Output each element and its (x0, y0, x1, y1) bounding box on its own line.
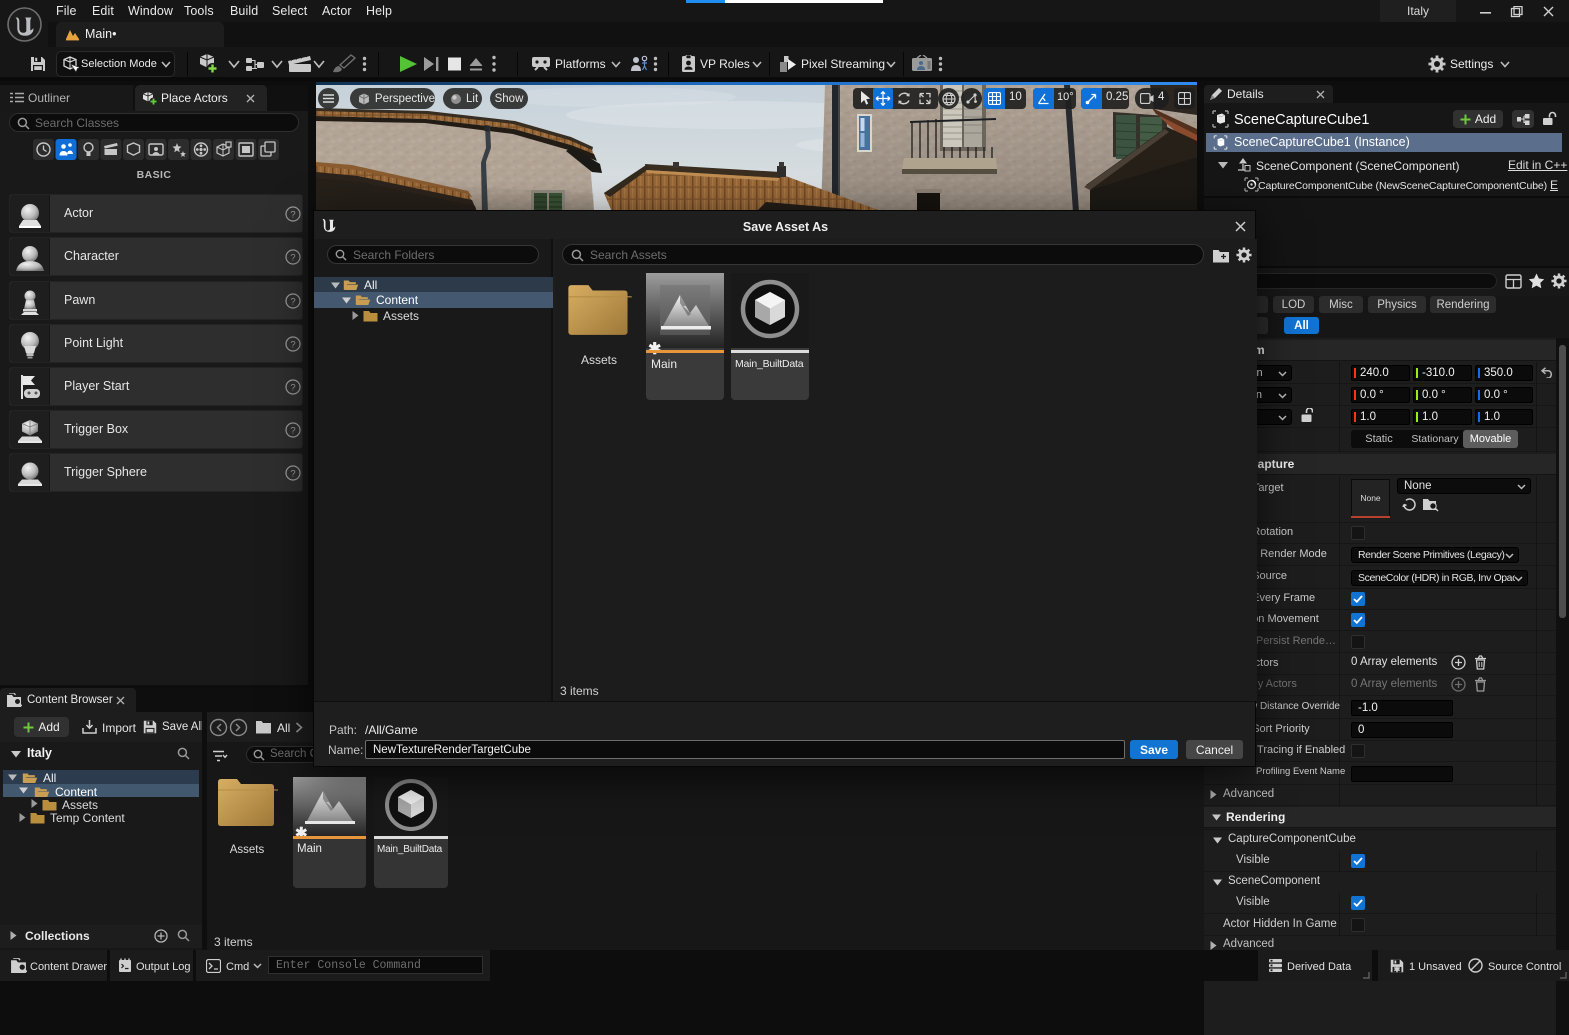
svg-text:?: ? (290, 469, 295, 480)
svg-text:?: ? (290, 340, 295, 351)
svg-text:?: ? (290, 210, 295, 221)
svg-text:?: ? (290, 253, 295, 264)
svg-text:?: ? (290, 383, 295, 394)
svg-text:✱: ✱ (1394, 965, 1401, 974)
svg-text:?: ? (290, 426, 295, 437)
svg-text:?: ? (290, 297, 295, 308)
